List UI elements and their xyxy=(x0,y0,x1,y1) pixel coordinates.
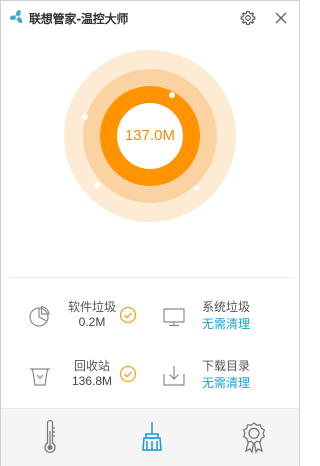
software-junk-item[interactable]: 软件垃圾 0.2M xyxy=(27,295,167,337)
close-icon[interactable] xyxy=(272,9,290,27)
system-junk-item[interactable]: 系统垃圾 无需清理 xyxy=(161,295,301,337)
item-name: 回收站 xyxy=(73,359,110,373)
check-circle-icon xyxy=(119,365,137,383)
app-title: 联想管家-温控大师 xyxy=(29,12,129,26)
item-name: 系统垃圾 xyxy=(201,300,250,314)
divider xyxy=(9,277,293,278)
award-icon[interactable] xyxy=(234,417,274,457)
item-value: 136.8M xyxy=(71,374,113,388)
pie-chart-icon xyxy=(29,305,50,327)
download-dir-item[interactable]: 下载目录 无需清理 xyxy=(161,354,301,396)
check-circle-icon xyxy=(119,306,137,324)
item-value: 无需清理 xyxy=(201,317,250,331)
settings-icon[interactable] xyxy=(239,9,257,27)
item-value: 无需清理 xyxy=(201,376,250,390)
thermometer-icon[interactable] xyxy=(30,417,70,457)
item-name: 软件垃圾 xyxy=(67,300,116,314)
gauge-dot xyxy=(94,182,100,188)
download-icon xyxy=(163,366,185,386)
gauge-value: 137.0M xyxy=(124,127,176,144)
broom-icon[interactable] xyxy=(132,417,172,457)
monitor-icon xyxy=(163,308,185,327)
app-window: 联想管家-温控大师 137.0M 软件垃圾 0.2M 系统垃圾 无需清理 回收站… xyxy=(0,0,300,466)
gauge-dot xyxy=(169,92,175,98)
gauge-dot xyxy=(194,185,200,191)
item-name: 下载目录 xyxy=(201,359,250,373)
cleanup-gauge: 137.0M xyxy=(1,41,299,241)
trash-icon xyxy=(30,368,50,386)
bottom-nav xyxy=(1,408,299,466)
fan-icon xyxy=(9,9,23,24)
gauge-dot xyxy=(82,114,88,120)
title-bar: 联想管家-温控大师 xyxy=(1,1,299,35)
recycle-bin-item[interactable]: 回收站 136.8M xyxy=(27,354,167,396)
item-value: 0.2M xyxy=(78,315,106,329)
